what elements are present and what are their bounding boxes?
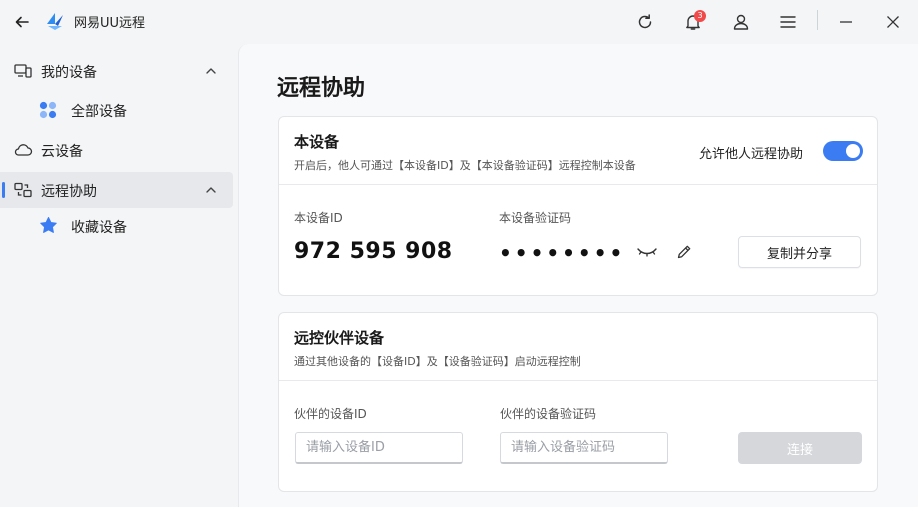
sidebar-item-label: 我的设备: [41, 65, 97, 81]
toggle-knob: [846, 144, 860, 158]
back-button[interactable]: [8, 8, 36, 36]
user-icon: [733, 14, 749, 30]
devices-icon: [14, 64, 32, 78]
minimize-icon: [840, 21, 852, 23]
connect-button[interactable]: 连接: [738, 432, 862, 464]
account-button[interactable]: [727, 8, 755, 36]
device-id-label: 本设备ID: [294, 211, 343, 225]
app-title: 网易UU远程: [74, 16, 146, 31]
refresh-icon: [638, 14, 652, 29]
edit-code-button[interactable]: [673, 242, 695, 262]
pencil-icon: [677, 245, 691, 259]
close-button[interactable]: [879, 8, 907, 36]
card-subtitle: 通过其他设备的【设备ID】及【设备验证码】启动远程控制: [294, 355, 581, 368]
device-code-label: 本设备验证码: [499, 211, 572, 225]
close-icon: [887, 16, 899, 28]
copy-share-button[interactable]: 复制并分享: [738, 236, 861, 268]
sidebar-item-cloud-devices[interactable]: 云设备: [0, 132, 233, 168]
star-icon: [40, 217, 57, 233]
title-bar: 网易UU远程 3: [0, 0, 918, 44]
notification-badge: 3: [694, 10, 706, 22]
sidebar: 我的设备 全部设备 云设备 远程协助 收藏设备: [0, 44, 238, 507]
sidebar-item-label: 远程协助: [41, 184, 97, 200]
cloud-icon: [14, 144, 33, 156]
allow-remote-label: 允许他人远程协助: [699, 147, 804, 162]
active-indicator: [2, 182, 5, 198]
partner-device-card: 远控伙伴设备 通过其他设备的【设备ID】及【设备验证码】启动远程控制 伙伴的设备…: [278, 312, 878, 492]
divider: [279, 380, 877, 381]
device-id-value: 972 595 908: [294, 239, 453, 264]
partner-id-input[interactable]: [295, 432, 463, 464]
sidebar-item-my-devices[interactable]: 我的设备: [0, 53, 233, 89]
show-code-button[interactable]: [635, 242, 659, 262]
sidebar-item-label: 全部设备: [71, 104, 127, 120]
sidebar-item-remote-assist[interactable]: 远程协助: [0, 172, 233, 208]
sidebar-item-favorites[interactable]: 收藏设备: [0, 208, 233, 244]
app-logo: [44, 10, 66, 36]
partner-code-input[interactable]: [500, 432, 668, 464]
chevron-up-icon[interactable]: [205, 185, 217, 195]
eye-closed-icon: [637, 248, 657, 257]
remote-icon: [14, 182, 32, 198]
menu-button[interactable]: [774, 8, 802, 36]
card-title: 本设备: [294, 133, 340, 151]
page-title: 远程协助: [277, 76, 366, 101]
partner-code-label: 伙伴的设备验证码: [500, 407, 597, 421]
allow-remote-toggle[interactable]: [823, 141, 863, 161]
arrow-left-icon: [15, 16, 29, 28]
sidebar-item-all-devices[interactable]: 全部设备: [0, 92, 233, 128]
device-code-value: ••••••••: [499, 241, 626, 265]
partner-id-label: 伙伴的设备ID: [294, 407, 367, 421]
divider: [279, 184, 877, 185]
sidebar-item-label: 收藏设备: [71, 220, 127, 236]
menu-icon: [780, 16, 796, 28]
card-subtitle: 开启后，他人可通过【本设备ID】及【本设备验证码】远程控制本设备: [294, 159, 636, 172]
titlebar-separator: [817, 10, 818, 30]
sidebar-item-label: 云设备: [41, 144, 83, 160]
card-title: 远控伙伴设备: [294, 329, 385, 347]
chevron-up-icon[interactable]: [205, 66, 217, 76]
minimize-button[interactable]: [832, 8, 860, 36]
grid-icon: [39, 101, 57, 119]
main-panel: 远程协助 本设备 开启后，他人可通过【本设备ID】及【本设备验证码】远程控制本设…: [238, 44, 918, 507]
this-device-card: 本设备 开启后，他人可通过【本设备ID】及【本设备验证码】远程控制本设备 允许他…: [278, 116, 878, 296]
refresh-button[interactable]: [631, 8, 659, 36]
